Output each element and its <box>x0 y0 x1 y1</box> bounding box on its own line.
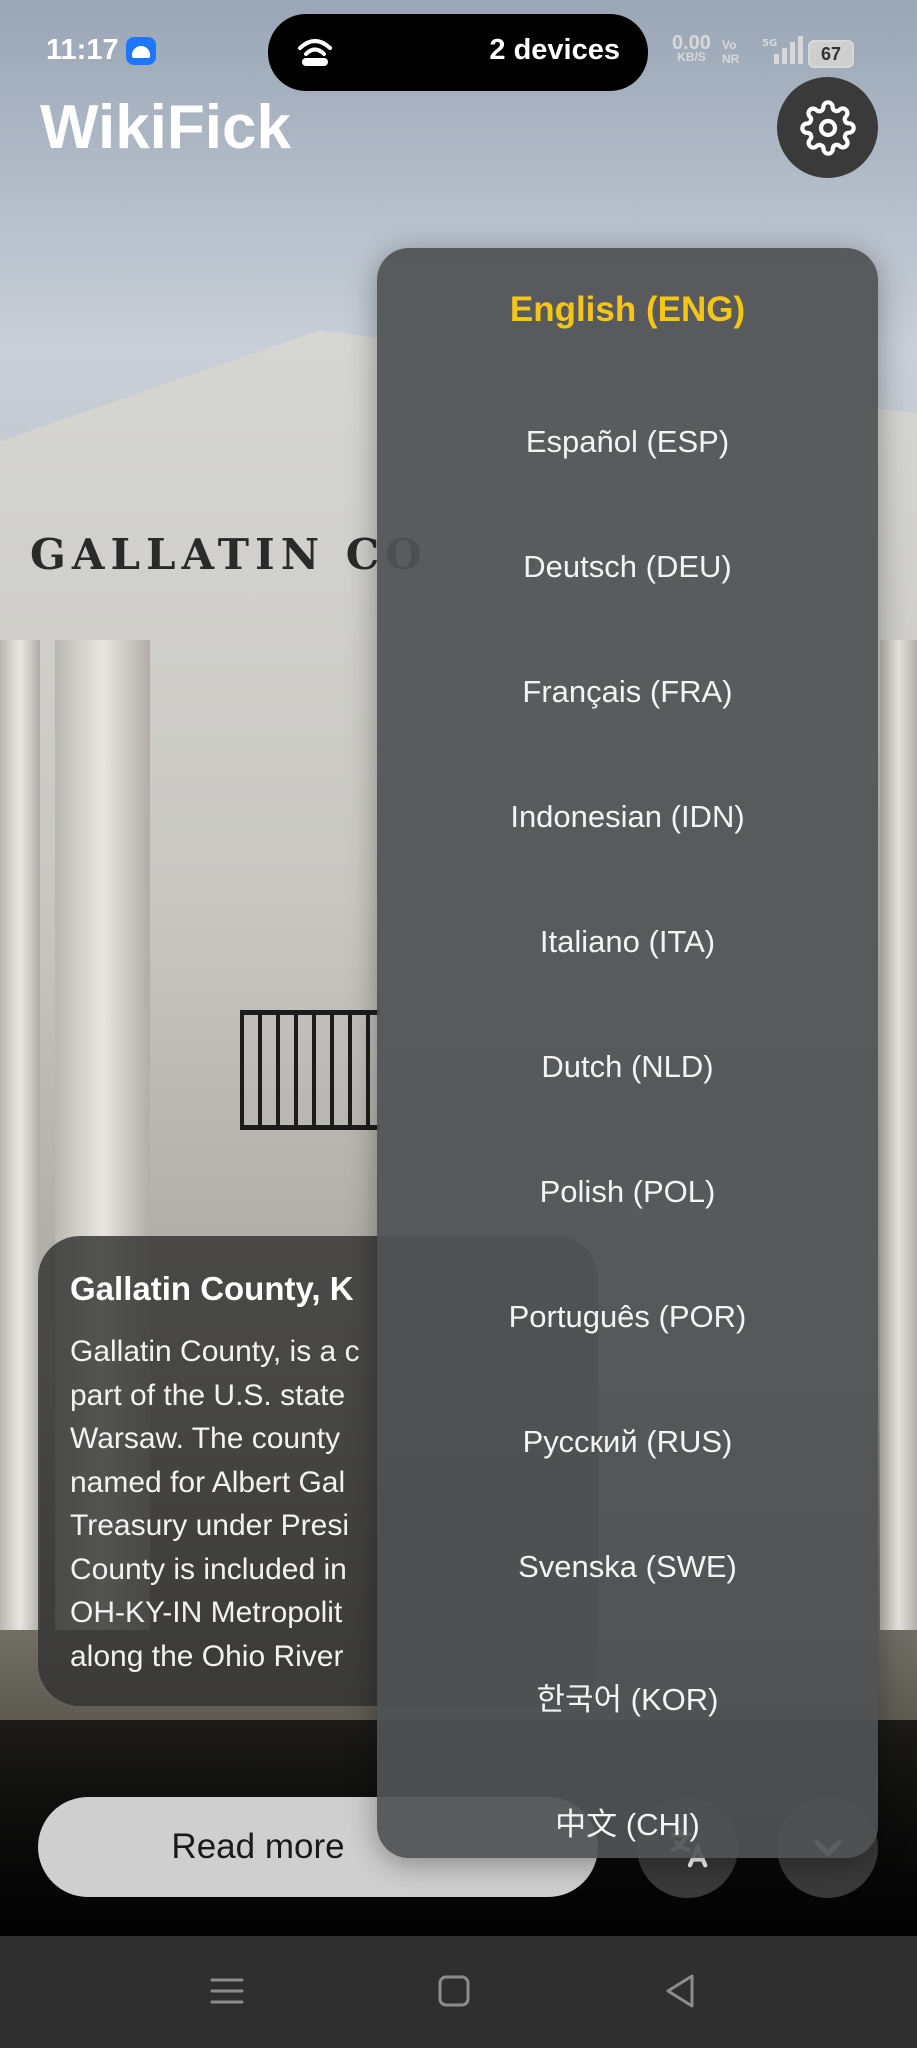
gear-icon <box>799 99 856 156</box>
net-speed-unit: KB/S <box>677 50 706 64</box>
volte-indicator: Vo NR <box>722 38 740 66</box>
column-right <box>880 640 917 1630</box>
settings-button[interactable] <box>777 77 878 178</box>
language-menu[interactable]: English (ENG) Español (ESP) Deutsch (DEU… <box>377 248 878 1858</box>
language-option-eng[interactable]: English (ENG) <box>377 290 878 330</box>
android-icon <box>126 37 156 65</box>
device-pill[interactable]: 2 devices <box>268 14 648 91</box>
language-option-swe[interactable]: Svenska (SWE) <box>377 1549 878 1585</box>
balcony-railing <box>240 1010 380 1130</box>
read-more-label: Read more <box>171 1827 345 1866</box>
language-option-por[interactable]: Português (POR) <box>377 1299 878 1335</box>
language-option-kor[interactable]: 한국어 (KOR) <box>377 1674 878 1719</box>
back-triangle-icon[interactable] <box>656 1966 706 2016</box>
system-nav-bar <box>0 1936 917 2048</box>
language-option-ita[interactable]: Italiano (ITA) <box>377 924 878 960</box>
language-option-deu[interactable]: Deutsch (DEU) <box>377 549 878 585</box>
menu-icon[interactable] <box>202 1966 252 2016</box>
language-option-chi[interactable]: 中文 (CHI) <box>377 1799 878 1844</box>
language-option-rus[interactable]: Русский (RUS) <box>377 1424 878 1460</box>
svg-text:5G: 5G <box>762 38 777 49</box>
net-speed: 0.00 KB/S <box>672 33 711 64</box>
hotspot-icon <box>298 39 332 66</box>
language-option-pol[interactable]: Polish (POL) <box>377 1174 878 1210</box>
column-left <box>0 640 40 1630</box>
language-option-nld[interactable]: Dutch (NLD) <box>377 1049 878 1085</box>
language-option-idn[interactable]: Indonesian (IDN) <box>377 799 878 835</box>
language-option-esp[interactable]: Español (ESP) <box>377 424 878 460</box>
signal-icon: 5G <box>762 36 803 64</box>
article-title: Gallatin County, K <box>70 1270 354 1307</box>
clock: 11:17 <box>46 34 119 66</box>
building-sign: GALLATIN CO <box>30 530 428 579</box>
home-square-icon[interactable] <box>429 1966 479 2016</box>
pill-label: 2 devices <box>489 34 620 66</box>
status-bar: 11:17 2 devices 0.00 KB/S Vo NR 5G 67 <box>0 0 917 104</box>
language-option-fra[interactable]: Français (FRA) <box>377 674 878 710</box>
app-title: WikiFick <box>40 93 291 162</box>
battery-indicator: 67 <box>808 40 854 68</box>
